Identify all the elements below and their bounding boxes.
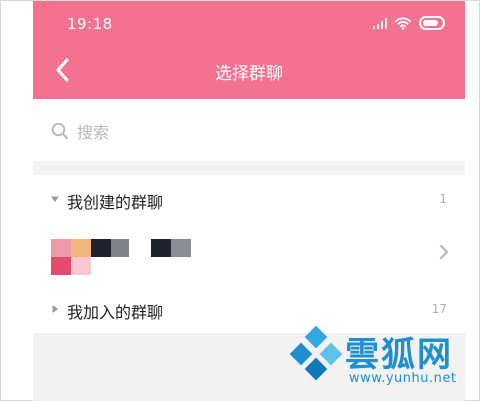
status-bar: 19:18 xyxy=(33,1,465,43)
group-created-count: 1 xyxy=(439,192,447,206)
page-title: 选择群聊 xyxy=(215,64,283,84)
watermark-logo xyxy=(289,325,343,381)
search-input[interactable]: 搜索 xyxy=(51,117,447,145)
triangle-right-icon xyxy=(52,305,58,313)
app-header: 19:18 选择群聊 xyxy=(33,1,465,99)
chevron-right-icon xyxy=(440,245,448,259)
status-icons xyxy=(373,14,445,32)
search-icon xyxy=(51,122,68,139)
wifi-icon xyxy=(395,16,411,30)
status-time: 19:18 xyxy=(67,15,113,33)
group-joined-label: 我加入的群聊 xyxy=(67,303,164,322)
watermark-title: 雲狐网 xyxy=(345,335,453,375)
triangle-down-icon xyxy=(51,196,59,202)
group-created[interactable]: 我创建的群聊 1 xyxy=(33,177,465,221)
group-joined-count: 17 xyxy=(431,302,447,316)
nav-bar: 选择群聊 xyxy=(33,45,465,99)
group-created-label: 我创建的群聊 xyxy=(67,193,164,212)
search-placeholder: 搜索 xyxy=(77,123,110,142)
group-avatar xyxy=(51,239,91,275)
watermark: 雲狐网 www.yunhu.net xyxy=(287,323,480,393)
search-row: 搜索 xyxy=(33,99,465,161)
group-chat-item[interactable] xyxy=(33,221,465,287)
signal-icon xyxy=(373,17,387,29)
battery-icon xyxy=(419,16,445,30)
section-divider xyxy=(33,161,465,175)
watermark-url: www.yunhu.net xyxy=(349,371,457,386)
screenshot-frame: 19:18 选择群聊 搜索 我创建的群聊 1 我加入的群聊 17 雲狐网 www… xyxy=(0,0,480,401)
group-name-obscured xyxy=(91,239,191,257)
